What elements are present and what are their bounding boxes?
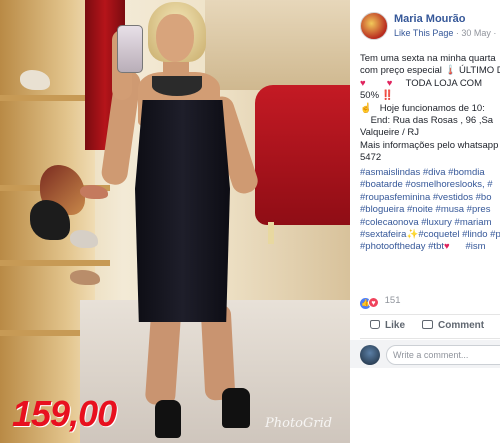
shoe: [70, 230, 98, 248]
meta-separator: ·: [493, 28, 499, 38]
love-reaction-icon: ♥: [368, 297, 379, 308]
shelf-board: [0, 260, 110, 266]
post-meta: Like This Page · 30 May ·: [394, 28, 500, 38]
like-page-link[interactable]: Like This Page: [394, 28, 453, 38]
post-text-line: ☝ Hoje funcionamos de 10:: [360, 103, 500, 115]
hashtag-line: #sextafeira✨#coquetel #lindo #p: [360, 229, 500, 241]
reactions-summary[interactable]: 👍 ♥ 151: [360, 295, 401, 309]
like-label: Like: [385, 320, 406, 331]
hashtag-line[interactable]: #asmaislindas #diva #bomdia: [360, 167, 500, 179]
post-text-segment: End: Rua das Rosas , 96 ,Sa: [370, 115, 494, 127]
post-photo[interactable]: 159,00 PhotoGrid: [0, 0, 350, 443]
heart-icon: ♥: [444, 241, 450, 253]
like-button[interactable]: Like: [370, 320, 405, 331]
divider: [360, 314, 500, 315]
post-text-line: 50% ‼️: [360, 90, 394, 102]
post-text-line: Tem uma sexta na minha quarta: [360, 53, 496, 64]
back-shelf: [205, 0, 350, 90]
heart-icon: ♥: [386, 77, 393, 89]
post-text-line: End: Rua das Rosas , 96 ,Sa: [360, 115, 500, 127]
post-side-panel: Maria Mourão Like This Page · 30 May · T…: [350, 0, 500, 443]
shoe: [80, 185, 108, 199]
comment-button[interactable]: Comment: [422, 320, 484, 331]
post-text-line: 5472: [360, 152, 382, 164]
shoe: [70, 270, 100, 285]
page-avatar[interactable]: [360, 12, 388, 40]
user-avatar[interactable]: [360, 345, 380, 365]
heart-icon: ♥: [360, 77, 366, 89]
post-header: Maria Mourão Like This Page · 30 May ·: [360, 10, 500, 40]
hashtag-block: #asmaislindas #diva #bomdia #boatarde #o…: [360, 167, 500, 254]
face: [156, 14, 194, 62]
post-text-line: ♥ ♥ TODA LOJA COM: [360, 78, 500, 90]
reaction-count: 151: [384, 295, 401, 306]
hashtag[interactable]: #lindo #p: [462, 229, 500, 240]
red-sofa: [255, 85, 350, 225]
hashtag-line[interactable]: #boatarde #osmelhoreslooks, #: [360, 179, 500, 191]
sofa-leg: [268, 222, 274, 244]
post-text: Tem uma sexta na minha quarta com preço …: [360, 53, 500, 165]
sparkle-icon: ✨: [406, 229, 419, 241]
hashtag[interactable]: #sextafeira: [360, 229, 406, 240]
post-text-line: Mais informações pelo whatsapp: [360, 139, 499, 151]
necklace: [152, 76, 202, 96]
post-text-line: Valqueire / RJ: [360, 127, 419, 139]
post-actions: Like Comment: [350, 318, 500, 338]
hashtag[interactable]: #photooftheday #tbt: [360, 241, 444, 252]
post-text-segment: Hoje funcionamos de 10:: [379, 102, 485, 114]
page-name-link[interactable]: Maria Mourão: [394, 13, 466, 25]
post-date[interactable]: 30 May: [461, 28, 491, 38]
post-text-segment: TODA LOJA COM: [405, 77, 482, 89]
photogrid-watermark: PhotoGrid: [265, 416, 333, 431]
price-overlay: 159,00: [12, 393, 117, 434]
comment-input[interactable]: Write a comment...: [386, 345, 500, 365]
left-heel-shoe: [155, 400, 181, 438]
right-heel-shoe: [222, 388, 250, 428]
pointing-finger-icon: ☝: [360, 102, 372, 114]
hashtag-line[interactable]: #blogueira #noite #musa #pres: [360, 204, 500, 216]
hashtag-line[interactable]: #colecaonova #luxury #mariam: [360, 217, 500, 229]
hashtag[interactable]: #coquetel: [418, 229, 459, 240]
post-text-line: com preço especial 🌡️ ÚLTIMO D: [360, 65, 500, 77]
smartphone: [117, 25, 143, 73]
thumbs-up-icon: [370, 320, 380, 329]
speech-bubble-icon: [422, 320, 433, 329]
hashtag-line[interactable]: #roupasfeminina #vestidos #bo: [360, 192, 500, 204]
divider: [360, 338, 500, 339]
comment-label: Comment: [438, 320, 485, 331]
hashtag-line: #photooftheday #tbt♥ #ism: [360, 241, 500, 253]
hashtag[interactable]: #ism: [465, 241, 485, 252]
black-dress: [135, 100, 230, 322]
